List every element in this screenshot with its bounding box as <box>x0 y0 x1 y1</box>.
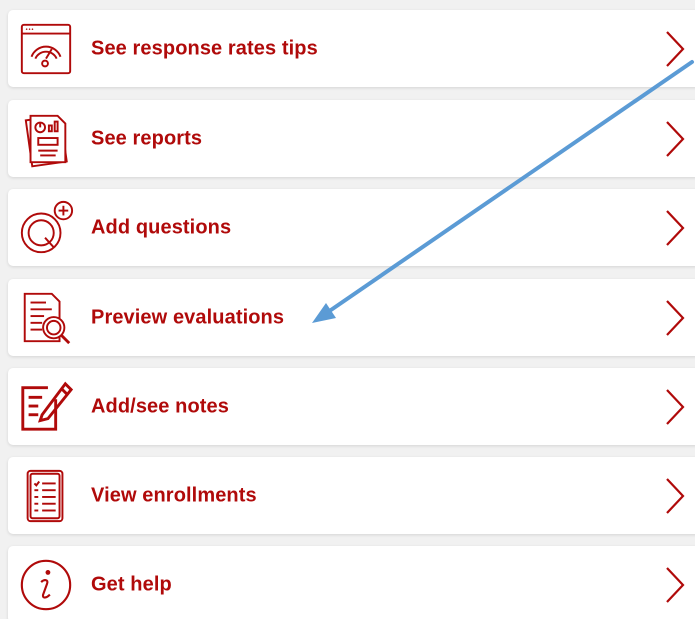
menu-item-label: See response rates tips <box>91 37 318 59</box>
menu-item-label: View enrollments <box>91 484 257 506</box>
menu-item-label: See reports <box>91 127 203 149</box>
speedometer-icon <box>16 19 76 79</box>
report-icon <box>16 109 76 169</box>
chevron-right-icon <box>666 120 685 157</box>
menu-item-label: Add questions <box>91 216 232 238</box>
menu-item-preview-evaluations[interactable]: Preview evaluations <box>8 279 695 356</box>
menu-item-see-reports[interactable]: See reports <box>8 100 695 177</box>
notes-edit-icon <box>16 377 76 437</box>
menu-item-label: Get help <box>91 573 172 595</box>
action-menu: See response rates tips See reports Add … <box>0 0 695 619</box>
menu-item-response-rates-tips[interactable]: See response rates tips <box>8 10 695 87</box>
menu-item-view-enrollments[interactable]: View enrollments <box>8 457 695 534</box>
preview-document-icon <box>16 288 76 348</box>
chevron-right-icon <box>666 209 685 246</box>
chevron-right-icon <box>666 30 685 67</box>
chevron-right-icon <box>666 566 685 603</box>
menu-item-add-questions[interactable]: Add questions <box>8 189 695 266</box>
info-icon <box>16 555 76 615</box>
add-question-icon <box>16 198 76 258</box>
menu-item-label: Add/see notes <box>91 395 229 417</box>
enrollment-list-icon <box>16 466 76 526</box>
chevron-right-icon <box>666 299 685 336</box>
menu-item-get-help[interactable]: Get help <box>8 546 695 619</box>
menu-item-label: Preview evaluations <box>91 306 285 328</box>
chevron-right-icon <box>666 477 685 514</box>
menu-item-add-see-notes[interactable]: Add/see notes <box>8 368 695 445</box>
chevron-right-icon <box>666 388 685 425</box>
